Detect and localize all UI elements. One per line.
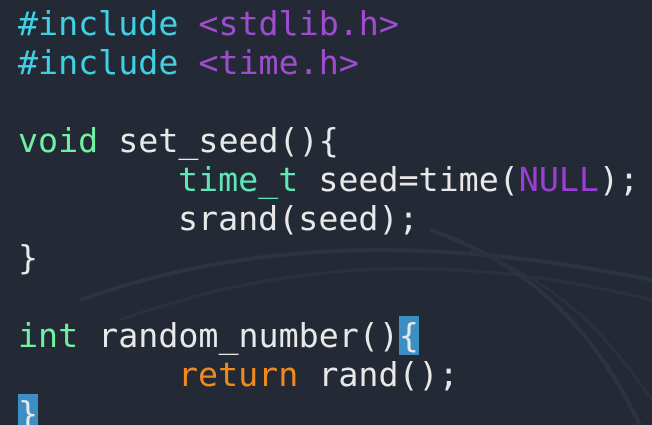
function-signature: set_seed(){ [98,121,339,160]
code-line-6: srand(seed); [18,199,419,238]
matched-brace-cursor[interactable]: { [398,316,419,355]
function-signature: random_number() [78,316,399,355]
code-line-4: void set_seed(){ [18,121,339,160]
code-text: seed=time( [298,160,519,199]
code-editor[interactable]: #include <stdlib.h> #include <time.h> vo… [0,0,652,425]
code-text: ); [598,160,640,199]
type-name: time_t [178,160,299,199]
code-line-1: #include <stdlib.h> [18,4,399,43]
type-keyword: int [18,316,79,355]
closing-brace: } [18,238,39,277]
preprocessor-directive: #include [18,4,179,43]
matched-brace: } [18,394,39,425]
code-line-5: time_t seed=time(NULL); [18,160,639,199]
include-header: <stdlib.h> [198,4,399,43]
constant: NULL [518,160,599,199]
code-line-9: int random_number(){ [18,316,419,355]
type-keyword: void [18,121,99,160]
code-line-2: #include <time.h> [18,43,359,82]
include-header: <time.h> [198,43,359,82]
preprocessor-directive: #include [18,43,179,82]
code-line-7: } [18,238,38,277]
code-text: srand(seed); [178,199,419,238]
return-keyword: return [178,355,299,394]
code-line-11: } [18,394,39,425]
code-text: rand(); [298,355,459,394]
code-line-10: return rand(); [18,355,459,394]
